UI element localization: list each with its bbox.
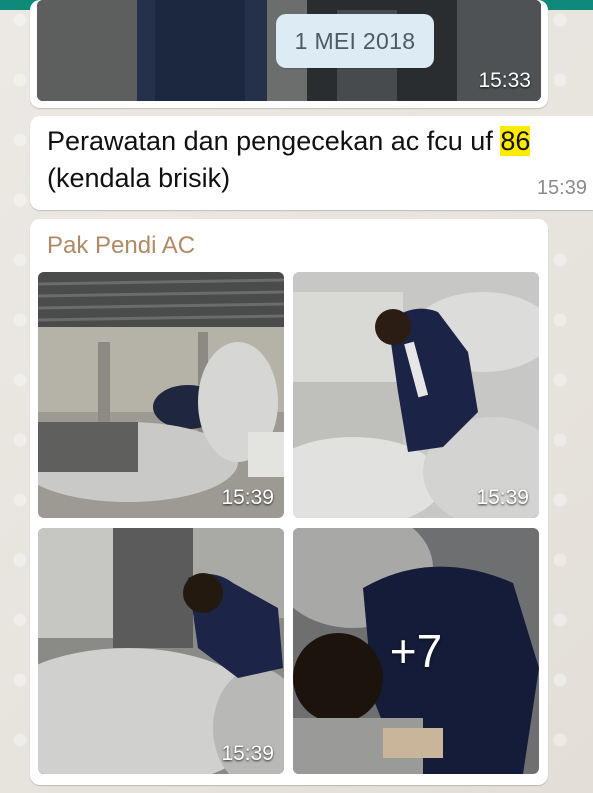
date-chip: 1 MEI 2018 [276, 14, 434, 68]
highlighted-text: 86 [500, 126, 531, 156]
message-timestamp: 15:39 [536, 177, 587, 199]
image-timestamp: 15:33 [478, 69, 531, 92]
photo-timestamp: 15:39 [221, 486, 274, 509]
message-text-part: (kendala brisik) [47, 163, 231, 193]
album-photo[interactable]: 15:39 [38, 528, 284, 774]
message-text-part: Perawatan dan pengecekan ac fcu uf [47, 126, 501, 156]
album-photo[interactable]: 15:39 [38, 272, 284, 518]
photo-timestamp: 15:39 [221, 742, 274, 765]
message-text: Perawatan dan pengecekan ac fcu uf 86 (k… [47, 123, 567, 197]
album-more-photos[interactable]: +7 [293, 528, 539, 774]
more-photos-count: +7 [389, 625, 443, 677]
album-photo[interactable]: 15:39 [293, 272, 539, 518]
photo-timestamp: 15:39 [476, 486, 529, 509]
date-chip-label: 1 MEI 2018 [294, 27, 416, 54]
sender-name[interactable]: Pak Pendi AC [47, 232, 195, 260]
